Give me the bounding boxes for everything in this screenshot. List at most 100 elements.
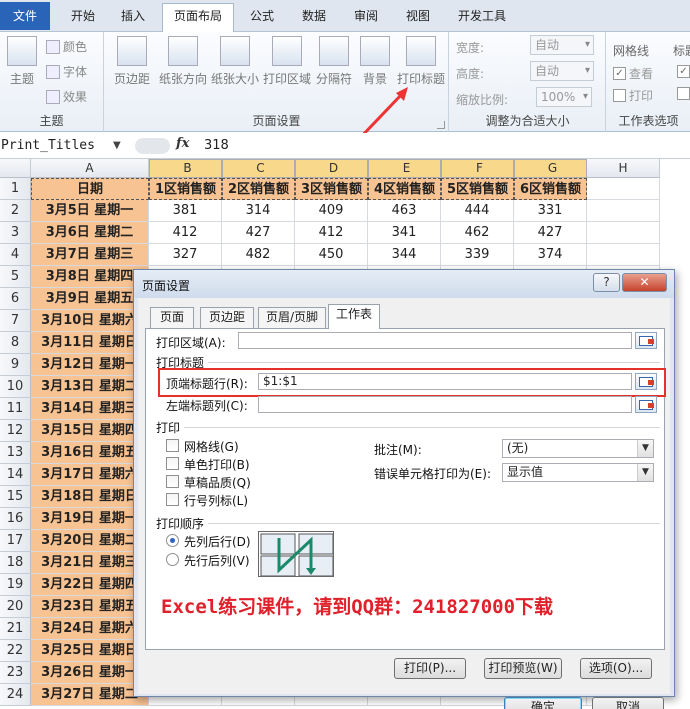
date-cell[interactable]: 3月25日 星期日 (31, 640, 149, 662)
row-header[interactable]: 8 (0, 332, 31, 354)
effects-button[interactable]: 效果 (46, 88, 87, 105)
tab-sheet[interactable]: 工作表 (328, 304, 380, 329)
date-cell[interactable]: 3月18日 星期日 (31, 486, 149, 508)
header-cell[interactable]: 1区销售额 (149, 178, 222, 200)
value-cell[interactable]: 444 (441, 200, 514, 222)
fonts-button[interactable]: 字体 (46, 63, 87, 80)
column-header[interactable]: G (514, 159, 587, 178)
row-header[interactable]: 10 (0, 376, 31, 398)
colors-button[interactable]: 颜色 (46, 38, 87, 55)
tab-data[interactable]: 数据 (290, 4, 338, 28)
row-header[interactable]: 5 (0, 266, 31, 288)
tab-insert[interactable]: 插入 (108, 4, 158, 28)
headings-view-checkbox[interactable]: ✓ (677, 65, 690, 78)
tab-home[interactable]: 开始 (58, 4, 108, 28)
value-cell[interactable]: 427 (222, 222, 295, 244)
errors-select[interactable]: 显示值 ▼ (502, 463, 654, 482)
row-header[interactable]: 3 (0, 222, 31, 244)
margins-button[interactable]: 页边距 (109, 36, 155, 87)
down-then-over-radio[interactable] (166, 534, 179, 547)
row-header[interactable]: 24 (0, 684, 31, 706)
page-setup-launcher-icon[interactable] (437, 121, 445, 129)
date-cell[interactable]: 3月14日 星期三 (31, 398, 149, 420)
header-cell[interactable]: 日期 (31, 178, 149, 200)
row-header[interactable]: 9 (0, 354, 31, 376)
header-cell[interactable]: 2区销售额 (222, 178, 295, 200)
row-header[interactable]: 20 (0, 596, 31, 618)
date-cell[interactable]: 3月11日 星期日 (31, 332, 149, 354)
row-col-headings-checkbox[interactable] (166, 493, 179, 506)
options-button[interactable]: 选项(O)... (580, 658, 652, 679)
close-button[interactable]: ✕ (622, 273, 667, 292)
value-cell[interactable]: 482 (222, 244, 295, 266)
black-white-checkbox[interactable] (166, 457, 179, 470)
top-rows-input[interactable]: $1:$1 (258, 373, 632, 390)
value-cell[interactable]: 327 (149, 244, 222, 266)
comments-select[interactable]: (无) ▼ (502, 439, 654, 458)
column-header[interactable]: H (587, 159, 660, 178)
date-cell[interactable]: 3月23日 星期五 (31, 596, 149, 618)
tab-view[interactable]: 视图 (394, 4, 442, 28)
cancel-button[interactable]: 取消 (592, 697, 664, 709)
column-header[interactable]: F (441, 159, 514, 178)
row-header[interactable]: 15 (0, 486, 31, 508)
column-header[interactable]: B (149, 159, 222, 178)
date-cell[interactable]: 3月21日 星期三 (31, 552, 149, 574)
value-cell[interactable]: 341 (368, 222, 441, 244)
value-cell[interactable]: 339 (441, 244, 514, 266)
gridlines-checkbox[interactable] (166, 439, 179, 452)
column-header[interactable]: E (368, 159, 441, 178)
select-all-corner[interactable] (0, 159, 31, 178)
row-header[interactable]: 19 (0, 574, 31, 596)
grid-cell[interactable] (587, 178, 660, 200)
print-area-input[interactable] (238, 332, 632, 349)
tab-review[interactable]: 审阅 (342, 4, 390, 28)
value-cell[interactable]: 374 (514, 244, 587, 266)
ok-button[interactable]: 确定 (504, 697, 582, 709)
row-header[interactable]: 4 (0, 244, 31, 266)
value-cell[interactable]: 463 (368, 200, 441, 222)
header-cell[interactable]: 3区销售额 (295, 178, 368, 200)
grid-cell[interactable] (587, 244, 660, 266)
date-cell[interactable]: 3月8日 星期四 (31, 266, 149, 288)
print-area-button[interactable]: 打印区域 (261, 36, 313, 87)
height-combo[interactable]: 自动 (530, 61, 594, 81)
date-cell[interactable]: 3月7日 星期三 (31, 244, 149, 266)
tab-page[interactable]: 页面 (150, 307, 194, 328)
date-cell[interactable]: 3月27日 星期二 (31, 684, 149, 706)
row-header[interactable]: 18 (0, 552, 31, 574)
value-cell[interactable]: 412 (149, 222, 222, 244)
header-cell[interactable]: 5区销售额 (441, 178, 514, 200)
row-header[interactable]: 6 (0, 288, 31, 310)
date-cell[interactable]: 3月6日 星期二 (31, 222, 149, 244)
row-header[interactable]: 11 (0, 398, 31, 420)
gridlines-print-checkbox[interactable]: 打印 (613, 87, 653, 104)
tab-margins[interactable]: 页边距 (200, 307, 254, 328)
row-header[interactable]: 16 (0, 508, 31, 530)
row-header[interactable]: 2 (0, 200, 31, 222)
row-header[interactable]: 13 (0, 442, 31, 464)
row-header[interactable]: 17 (0, 530, 31, 552)
date-cell[interactable]: 3月16日 星期五 (31, 442, 149, 464)
scale-spinner[interactable]: 100% (536, 87, 592, 107)
left-cols-input[interactable] (258, 396, 632, 413)
row-header[interactable]: 12 (0, 420, 31, 442)
date-cell[interactable]: 3月13日 星期二 (31, 376, 149, 398)
value-cell[interactable]: 427 (514, 222, 587, 244)
column-header[interactable]: C (222, 159, 295, 178)
print-button[interactable]: 打印(P)... (394, 658, 466, 679)
value-cell[interactable]: 409 (295, 200, 368, 222)
breaks-button[interactable]: 分隔符 (313, 36, 355, 87)
collapse-dialog-icon[interactable] (635, 396, 657, 413)
name-box-dropdown-icon[interactable]: ▼ (113, 136, 127, 156)
row-header[interactable]: 7 (0, 310, 31, 332)
date-cell[interactable]: 3月10日 星期六 (31, 310, 149, 332)
date-cell[interactable]: 3月9日 星期五 (31, 288, 149, 310)
header-cell[interactable]: 4区销售额 (368, 178, 441, 200)
gridlines-view-checkbox[interactable]: ✓ 查看 (613, 65, 653, 82)
value-cell[interactable]: 450 (295, 244, 368, 266)
tab-page-layout[interactable]: 页面布局 (162, 3, 234, 32)
row-header[interactable]: 14 (0, 464, 31, 486)
value-cell[interactable]: 412 (295, 222, 368, 244)
row-header[interactable]: 22 (0, 640, 31, 662)
